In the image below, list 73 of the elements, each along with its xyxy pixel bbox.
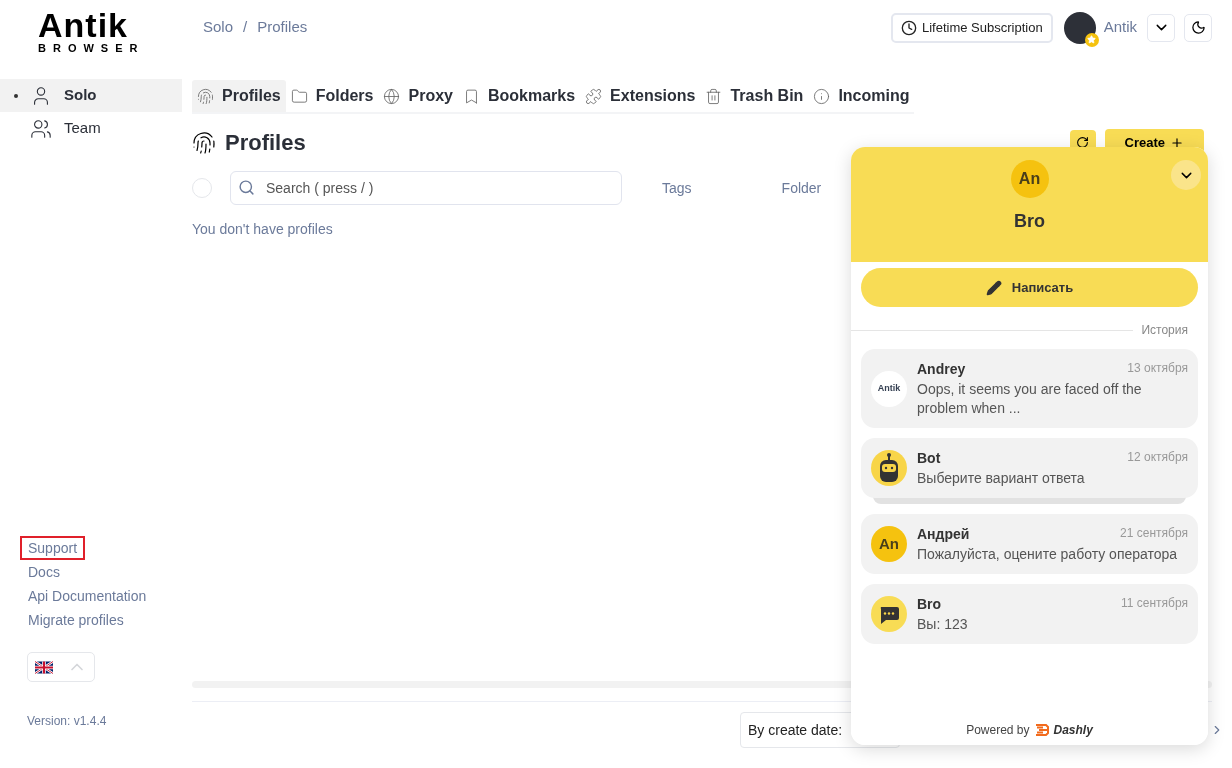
- users-icon: [30, 117, 52, 140]
- moon-icon: [1190, 20, 1206, 35]
- compose-button[interactable]: Написать: [861, 268, 1198, 307]
- breadcrumb-separator: /: [243, 17, 248, 38]
- breadcrumb-link[interactable]: Profiles: [257, 16, 308, 39]
- chat-bubble-avatar-icon: [871, 596, 907, 632]
- sender-name: Bro: [917, 595, 942, 614]
- avatar: An: [871, 526, 907, 562]
- sender-name: Andrey: [917, 360, 966, 379]
- brand-logo-icon: [1034, 724, 1049, 736]
- collapse-button[interactable]: [1171, 160, 1201, 190]
- powered-by-text: Powered by: [966, 722, 1030, 739]
- history-label: История: [1140, 322, 1189, 339]
- sidebar-link[interactable]: Support: [20, 536, 86, 560]
- uk-flag-icon: [35, 660, 53, 674]
- message-date: 11 сентября: [1121, 595, 1188, 612]
- info-icon: [813, 87, 831, 105]
- user-menu-button[interactable]: [1147, 13, 1175, 42]
- sender-name: Bot: [917, 449, 941, 468]
- sidebar-link[interactable]: Api Documentation: [20, 584, 155, 608]
- dark-mode-button[interactable]: [1184, 13, 1212, 42]
- version-text: Version: v1.4.4: [27, 713, 107, 730]
- message-date: 21 сентября: [1120, 525, 1188, 542]
- refresh-icon: [1076, 136, 1090, 149]
- message-date: 12 октября: [1127, 449, 1188, 466]
- message-preview: Вы: 123: [917, 615, 969, 634]
- clock-icon: [900, 19, 917, 36]
- sender-name: Андрей: [917, 525, 970, 544]
- tab[interactable]: Bookmarks: [457, 80, 581, 112]
- logo[interactable]: Antik BROWSER: [0, 0, 182, 70]
- globe-icon: [383, 87, 401, 105]
- tab[interactable]: Incoming: [808, 80, 915, 112]
- language-select[interactable]: [27, 652, 95, 682]
- message-preview: Oops, it seems you are faced off the problem when ...: [917, 380, 1143, 418]
- tab[interactable]: Profiles: [192, 80, 286, 112]
- fingerprint-icon: [192, 130, 216, 155]
- page-title: Profiles: [225, 129, 306, 157]
- avatar: Antik: [871, 370, 907, 407]
- user-avatar[interactable]: [1063, 11, 1096, 44]
- brand-name: Dashly: [1053, 722, 1093, 739]
- sidebar-item[interactable]: Team: [0, 112, 182, 145]
- chat-title: Bro: [1014, 210, 1045, 233]
- message-preview: Пожалуйста, оцените работу оператора: [917, 545, 1179, 564]
- conversation-item[interactable]: Bot 12 октября Выберите вариант ответа: [861, 438, 1198, 498]
- conversation-item[interactable]: An Андрей 21 сентября Пожалуйста, оцените работу оператора: [861, 514, 1198, 574]
- sidebar-link[interactable]: Docs: [20, 560, 68, 584]
- conversation-item[interactable]: Antik Andrey 13 октября Oops, it seems you are faced off the problem when ...: [861, 349, 1198, 428]
- tab[interactable]: Folders: [285, 80, 379, 112]
- tab[interactable]: Extensions: [580, 80, 701, 112]
- search-icon: [238, 179, 255, 196]
- robot-avatar-icon: [871, 450, 907, 486]
- star-badge-icon: [1084, 32, 1099, 47]
- filter-button[interactable]: Tags: [662, 177, 692, 199]
- user-name[interactable]: Antik: [1103, 16, 1137, 39]
- fingerprint-icon: [197, 87, 214, 105]
- message-date: 13 октября: [1127, 360, 1188, 377]
- search-field[interactable]: Search ( press / ): [230, 171, 622, 205]
- sidebar-link[interactable]: Migrate profiles: [20, 608, 132, 632]
- filter-button[interactable]: Folder: [781, 177, 822, 199]
- message-preview: Выберите вариант ответа: [917, 469, 1086, 488]
- subscription-button[interactable]: Lifetime Subscription: [890, 12, 1053, 43]
- conversation-item[interactable]: Bro 11 сентября Вы: 123: [861, 584, 1198, 644]
- sidebar-item[interactable]: Solo: [0, 79, 182, 112]
- tab[interactable]: Trash Bin: [700, 80, 809, 112]
- plus-icon: [1170, 135, 1184, 150]
- pencil-icon: [985, 279, 1002, 296]
- empty-message: You don't have profiles: [192, 220, 333, 239]
- puzzle-icon: [585, 87, 603, 105]
- breadcrumb-link[interactable]: Solo: [203, 16, 234, 39]
- tab[interactable]: Proxy: [378, 80, 458, 112]
- trash-icon: [705, 87, 723, 105]
- folder-icon: [290, 87, 308, 105]
- bot-avatar: An: [1010, 160, 1049, 198]
